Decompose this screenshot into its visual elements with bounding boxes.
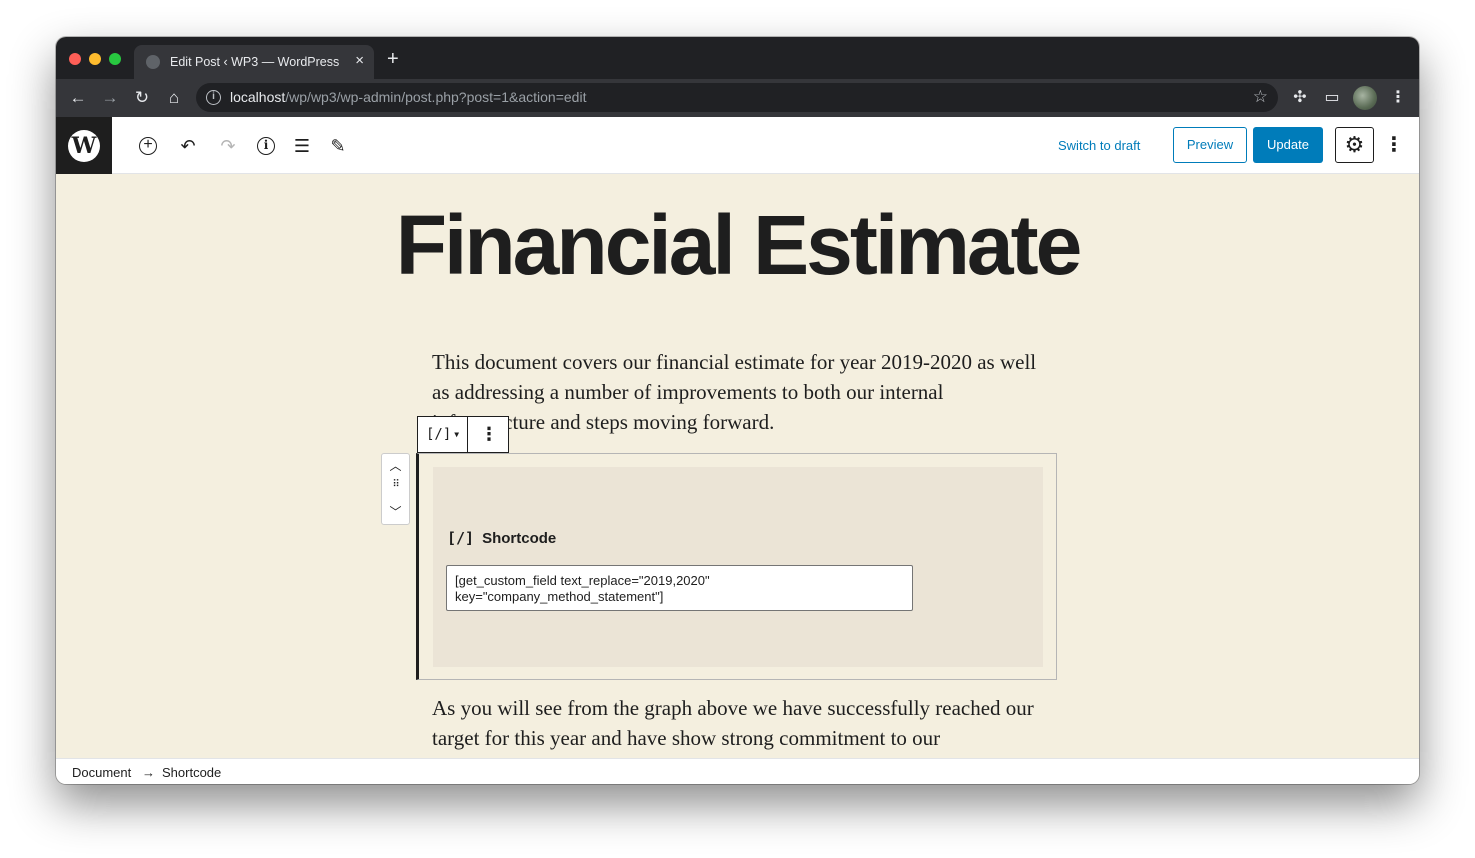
edit-pencil-icon[interactable]: ✎ <box>326 134 350 158</box>
paragraph-block[interactable]: This document covers our financial estim… <box>432 347 1052 437</box>
browser-tab[interactable]: Edit Post ‹ WP3 — WordPress × <box>134 45 374 79</box>
browser-toolbar: ← → ↻ ⌂ i localhost/wp/wp3/wp-admin/post… <box>56 79 1419 117</box>
drag-handle-icon[interactable]: ⠿ <box>382 479 409 490</box>
block-type-switcher[interactable]: [/] ▼ <box>418 417 468 452</box>
shortcode-textarea[interactable]: [get_custom_field text_replace="2019,202… <box>446 565 913 611</box>
preview-button[interactable]: Preview <box>1173 127 1247 163</box>
extensions-puzzle-icon[interactable]: ✣ <box>1289 88 1311 108</box>
tab-strip: Edit Post ‹ WP3 — WordPress × + <box>56 37 1419 79</box>
globe-icon <box>146 55 160 69</box>
shortcode-block-body: [/] Shortcode [get_custom_field text_repl… <box>433 467 1043 667</box>
bookmark-star-icon[interactable]: ☆ <box>1253 87 1268 107</box>
breadcrumb-document[interactable]: Document <box>72 765 131 780</box>
caret-down-icon: ▼ <box>454 430 460 439</box>
editor-header: W + ↶ ↷ i ☰ ✎ Switch to draft Preview Up… <box>56 117 1419 174</box>
update-button[interactable]: Update <box>1253 127 1323 163</box>
back-arrow-icon[interactable]: ← <box>68 88 88 108</box>
browser-menu-icon[interactable]: ⋮ <box>1387 88 1409 108</box>
home-icon[interactable]: ⌂ <box>164 88 184 108</box>
content-info-icon[interactable]: i <box>257 137 275 155</box>
shortcode-icon: [/] <box>447 529 475 547</box>
url-text: localhost/wp/wp3/wp-admin/post.php?post=… <box>230 89 587 105</box>
minimize-window-button[interactable] <box>89 53 101 65</box>
profile-avatar[interactable] <box>1353 86 1377 110</box>
address-bar[interactable]: i localhost/wp/wp3/wp-admin/post.php?pos… <box>196 83 1278 112</box>
browser-window: Edit Post ‹ WP3 — WordPress × + ← → ↻ ⌂ … <box>56 37 1419 784</box>
block-toolbar: [/] ▼ ⋮ <box>417 416 509 453</box>
redo-icon[interactable]: ↷ <box>216 134 240 158</box>
maximize-window-button[interactable] <box>109 53 121 65</box>
breadcrumb-arrow-icon: → <box>142 765 155 780</box>
settings-gear-icon[interactable]: ⚙ <box>1335 127 1374 163</box>
more-options-icon[interactable]: ⋮ <box>1384 134 1404 158</box>
shortcode-block[interactable]: [/] Shortcode [get_custom_field text_repl… <box>416 453 1057 680</box>
switch-to-draft-button[interactable]: Switch to draft <box>1058 138 1140 153</box>
add-block-icon[interactable]: + <box>139 137 157 155</box>
block-more-options-icon[interactable]: ⋮ <box>469 417 509 452</box>
close-window-button[interactable] <box>69 53 81 65</box>
site-info-icon[interactable]: i <box>206 90 221 105</box>
breadcrumb-shortcode[interactable]: Shortcode <box>162 765 221 780</box>
close-tab-icon[interactable]: × <box>355 52 364 69</box>
undo-icon[interactable]: ↶ <box>176 134 200 158</box>
wordpress-w-icon: W <box>68 130 100 162</box>
post-title[interactable]: Financial Estimate <box>56 197 1419 294</box>
forward-arrow-icon[interactable]: → <box>100 88 120 108</box>
paragraph-block[interactable]: As you will see from the graph above we … <box>432 693 1052 753</box>
shortcode-label: [/] Shortcode <box>447 529 557 547</box>
new-tab-button[interactable]: + <box>387 49 399 69</box>
wordpress-logo[interactable]: W <box>56 117 112 174</box>
block-navigation-icon[interactable]: ☰ <box>290 134 314 158</box>
move-down-chevron-icon[interactable]: ﹀ <box>382 503 409 520</box>
block-breadcrumb: Document → Shortcode <box>56 758 1419 784</box>
move-up-chevron-icon[interactable]: ︿ <box>382 457 409 474</box>
block-mover: ︿ ⠿ ﹀ <box>381 453 410 525</box>
cast-icon[interactable]: ▭ <box>1321 88 1343 108</box>
tab-title: Edit Post ‹ WP3 — WordPress <box>170 55 340 69</box>
reload-icon[interactable]: ↻ <box>132 88 152 108</box>
